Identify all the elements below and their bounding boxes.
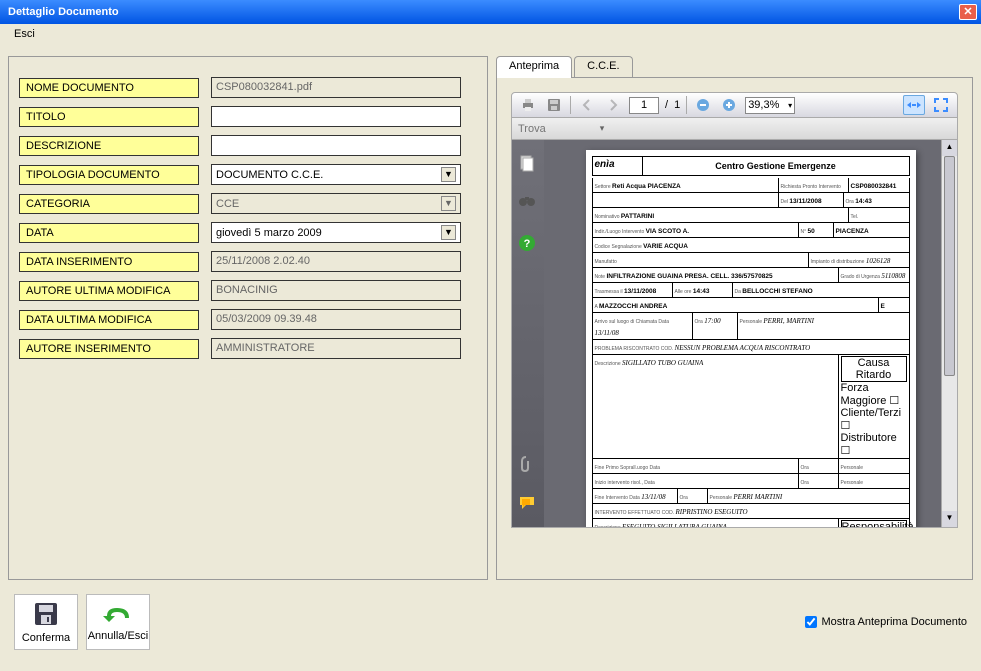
label-categoria: CATEGORIA [19, 194, 199, 214]
input-data-inserimento: 25/11/2008 2.02.40 [211, 251, 461, 272]
doc-title: Centro Gestione Emergenze [643, 157, 909, 175]
binoculars-icon[interactable] [518, 194, 538, 212]
pdf-viewport[interactable]: enìa Centro Gestione Emergenze Settore R… [544, 140, 957, 527]
doc-logo: enìa [593, 157, 643, 175]
label-data-ultima-modifica: DATA ULTIMA MODIFICA [19, 310, 199, 330]
annulla-button[interactable]: Annulla/Esci [86, 594, 150, 650]
prev-page-button[interactable] [577, 95, 597, 115]
menubar: Esci [0, 24, 981, 48]
label-tipologia: TIPOLOGIA DOCUMENTO [19, 165, 199, 185]
scroll-down-button[interactable]: ▼ [942, 511, 957, 527]
select-tipologia[interactable]: DOCUMENTO C.C.E. ▼ [211, 164, 461, 185]
find-input[interactable] [516, 121, 596, 137]
scroll-thumb[interactable] [944, 156, 955, 376]
pdf-body: ? enìa Centro Gestione Eme [511, 140, 958, 528]
pdf-sidebar: ? [512, 140, 544, 527]
toolbar-separator [686, 96, 687, 114]
label-data-inserimento: DATA INSERIMENTO [19, 252, 199, 272]
menu-esci[interactable]: Esci [8, 26, 41, 42]
select-tipologia-value: DOCUMENTO C.C.E. [216, 169, 323, 181]
undo-icon [103, 602, 133, 626]
page-sep: / [665, 99, 668, 111]
window-title: Dettaglio Documento [4, 6, 119, 18]
chevron-down-icon: ▼ [441, 225, 456, 240]
select-categoria-value: CCE [216, 198, 239, 210]
datepicker-data[interactable]: giovedì 5 marzo 2009 ▼ [211, 222, 461, 243]
toolbar-separator [570, 96, 571, 114]
comment-icon[interactable] [518, 495, 538, 513]
find-dropdown[interactable]: ▾ [596, 123, 608, 134]
mostra-anteprima-input[interactable] [805, 616, 817, 628]
save-icon [32, 600, 60, 628]
tab-anteprima[interactable]: Anteprima [496, 56, 572, 78]
save-button[interactable] [544, 95, 564, 115]
pdf-scrollbar[interactable]: ▲ ▼ [941, 140, 957, 527]
chevron-down-icon: ▾ [788, 101, 792, 110]
mostra-anteprima-checkbox[interactable]: Mostra Anteprima Documento [805, 616, 967, 628]
input-autore-ultima-modifica: BONACINIG [211, 280, 461, 301]
label-nome-documento: NOME DOCUMENTO [19, 78, 199, 98]
fit-page-button[interactable] [931, 95, 951, 115]
preview-panel: Anteprima C.C.E. / [496, 56, 973, 580]
select-categoria: CCE ▼ [211, 193, 461, 214]
find-bar: ▾ [511, 118, 958, 140]
fit-width-button[interactable] [903, 95, 925, 115]
input-titolo[interactable] [211, 106, 461, 127]
document-page: enìa Centro Gestione Emergenze Settore R… [586, 150, 916, 527]
annulla-label: Annulla/Esci [88, 630, 149, 642]
zoom-in-button[interactable] [719, 95, 739, 115]
form-panel: NOME DOCUMENTO CSP080032841.pdf TITOLO D… [8, 56, 488, 580]
total-pages: 1 [674, 99, 680, 111]
label-descrizione: DESCRIZIONE [19, 136, 199, 156]
attachment-icon[interactable] [518, 455, 538, 473]
mostra-anteprima-label: Mostra Anteprima Documento [821, 616, 967, 628]
pdf-toolbar: / 1 39,3% ▾ [511, 92, 958, 118]
close-button[interactable]: ✕ [959, 4, 977, 20]
page-input[interactable] [629, 97, 659, 114]
datepicker-value: giovedì 5 marzo 2009 [216, 227, 322, 239]
input-nome-documento: CSP080032841.pdf [211, 77, 461, 98]
zoom-select[interactable]: 39,3% ▾ [745, 97, 795, 114]
conferma-label: Conferma [22, 632, 70, 644]
zoom-value: 39,3% [748, 99, 779, 111]
chevron-down-icon: ▼ [441, 167, 456, 182]
tab-cce[interactable]: C.C.E. [574, 56, 632, 78]
label-autore-inserimento: AUTORE INSERIMENTO [19, 339, 199, 359]
chevron-down-icon: ▼ [441, 196, 456, 211]
pages-icon[interactable] [518, 154, 538, 172]
input-descrizione[interactable] [211, 135, 461, 156]
svg-text:?: ? [524, 238, 531, 250]
label-data: DATA [19, 223, 199, 243]
next-page-button[interactable] [603, 95, 623, 115]
print-button[interactable] [518, 95, 538, 115]
tabs: Anteprima C.C.E. [496, 56, 973, 78]
zoom-out-button[interactable] [693, 95, 713, 115]
label-titolo: TITOLO [19, 107, 199, 127]
bottom-bar: Conferma Annulla/Esci Mostra Anteprima D… [0, 588, 981, 656]
help-icon[interactable]: ? [518, 234, 538, 252]
titlebar: Dettaglio Documento ✕ [0, 0, 981, 24]
preview-container: / 1 39,3% ▾ [496, 77, 973, 580]
conferma-button[interactable]: Conferma [14, 594, 78, 650]
input-autore-inserimento: AMMINISTRATORE [211, 338, 461, 359]
label-autore-ultima-modifica: AUTORE ULTIMA MODIFICA [19, 281, 199, 301]
input-data-ultima-modifica: 05/03/2009 09.39.48 [211, 309, 461, 330]
scroll-up-button[interactable]: ▲ [942, 140, 957, 156]
